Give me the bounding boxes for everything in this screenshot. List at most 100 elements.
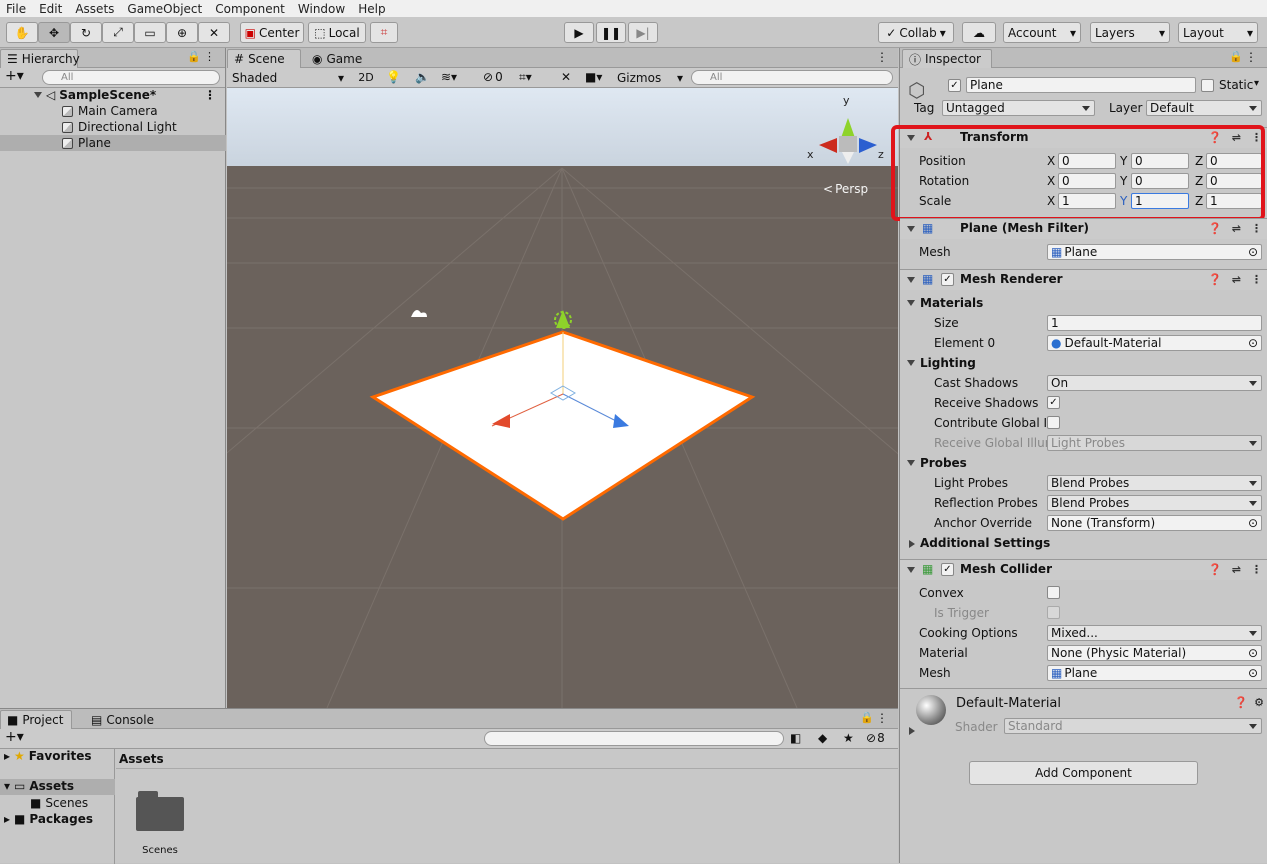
scene-root-row[interactable]: ◁ SampleScene* ⋮ — [0, 87, 226, 103]
tab-game[interactable]: ◉ Game — [305, 49, 375, 68]
object-picker-icon[interactable]: ⊙ — [1248, 336, 1258, 350]
rect-tool-button[interactable]: ▭ — [134, 22, 166, 43]
hidden-packages-toggle[interactable]: ⊘ 8 — [866, 731, 885, 745]
active-checkbox[interactable]: ✓ — [948, 79, 961, 92]
menu-component[interactable]: Component — [215, 2, 285, 16]
grid-toggle-icon[interactable]: ⌗▾ — [519, 70, 532, 85]
gear-icon[interactable]: ⚙ — [1254, 696, 1264, 709]
hand-tool-button[interactable]: ✋ — [6, 22, 38, 43]
lock-icon[interactable]: 🔒 — [1229, 50, 1243, 63]
help-icon[interactable]: ❓ — [1208, 222, 1222, 235]
static-dropdown-icon[interactable]: ▾ — [1254, 78, 1259, 89]
help-icon[interactable]: ❓ — [1208, 273, 1222, 286]
hierarchy-search-input[interactable]: All — [42, 70, 220, 85]
materials-section[interactable]: Materials — [920, 296, 983, 310]
tree-item-packages[interactable]: ▸ ■ Packages — [4, 812, 93, 826]
collider-mesh-field[interactable]: ▦ Plane ⊙ — [1047, 665, 1262, 681]
menu-gameobject[interactable]: GameObject — [127, 2, 202, 16]
asset-label-scenes[interactable]: Scenes — [130, 845, 190, 856]
pivot-center-button[interactable]: ▣ Center — [240, 22, 304, 43]
menu-edit[interactable]: Edit — [39, 2, 62, 16]
object-name-input[interactable]: Plane — [966, 77, 1196, 93]
probes-foldout-icon[interactable] — [907, 460, 915, 466]
gizmos-dropdown[interactable]: Gizmos ▾ — [617, 69, 683, 86]
collab-button[interactable]: ✓ Collab ▾ — [878, 22, 954, 43]
object-picker-icon[interactable]: ⊙ — [1248, 245, 1258, 259]
persp-toggle[interactable]: < Persp — [823, 182, 868, 196]
lighting-toggle-icon[interactable]: 💡 — [386, 70, 401, 84]
menu-window[interactable]: Window — [298, 2, 345, 16]
anchor-override-field[interactable]: None (Transform) ⊙ — [1047, 515, 1262, 531]
shader-dropdown[interactable]: Standard — [1004, 718, 1262, 734]
project-breadcrumb[interactable]: Assets — [116, 749, 898, 769]
help-icon[interactable]: ❓ — [1234, 696, 1248, 709]
more-icon[interactable]: ⋮ — [1251, 222, 1262, 235]
reflection-probes-dropdown[interactable]: Blend Probes — [1047, 495, 1262, 511]
mesh-collider-header[interactable]: ▦ ✓ Mesh Collider ❓ ⇌ ⋮ — [900, 559, 1267, 580]
collapse-icon[interactable] — [907, 567, 915, 573]
materials-size-input[interactable]: 1 — [1047, 315, 1262, 331]
layout-dropdown[interactable]: Layout ▾ — [1178, 22, 1258, 43]
expand-icon[interactable]: ▾ — [4, 779, 10, 795]
probes-section[interactable]: Probes — [920, 456, 967, 470]
cooking-options-dropdown[interactable]: Mixed... — [1047, 625, 1262, 641]
object-picker-icon[interactable]: ⊙ — [1248, 516, 1258, 530]
receive-shadows-checkbox[interactable]: ✓ — [1047, 396, 1060, 409]
cloud-button[interactable]: ☁ — [962, 22, 996, 43]
more-icon[interactable]: ⋮ — [204, 50, 215, 63]
camera-icon[interactable]: ■▾ — [585, 70, 602, 84]
tools-icon[interactable]: ✕ — [561, 70, 571, 84]
materials-foldout-icon[interactable] — [907, 300, 915, 306]
scene-viewport[interactable]: y x z < Persp — [227, 88, 898, 708]
tab-hierarchy[interactable]: ☰ Hierarchy — [0, 49, 80, 68]
shading-dropdown[interactable]: Shaded ▾ — [230, 69, 346, 86]
play-button[interactable]: ▶ — [564, 22, 594, 43]
hierarchy-item-directional-light[interactable]: Directional Light — [0, 119, 226, 135]
mesh-renderer-enabled-checkbox[interactable]: ✓ — [941, 273, 954, 286]
lock-icon[interactable]: 🔒 — [187, 50, 201, 63]
filter-label-icon[interactable]: ◆ — [818, 731, 827, 745]
create-icon[interactable]: +▾ — [5, 729, 24, 745]
presets-icon[interactable]: ⇌ — [1232, 222, 1241, 235]
pause-button[interactable]: ❚❚ — [596, 22, 626, 43]
toggle-2d-button[interactable]: 2D — [354, 69, 378, 86]
light-probes-dropdown[interactable]: Blend Probes — [1047, 475, 1262, 491]
element0-field[interactable]: ● Default-Material ⊙ — [1047, 335, 1262, 351]
rotate-tool-button[interactable]: ↻ — [70, 22, 102, 43]
more-icon[interactable]: ⋮ — [204, 88, 216, 102]
folder-icon[interactable] — [136, 791, 186, 831]
expand-icon[interactable] — [34, 92, 42, 98]
audio-toggle-icon[interactable]: 🔈 — [415, 70, 430, 84]
menu-assets[interactable]: Assets — [75, 2, 114, 16]
menu-help[interactable]: Help — [358, 2, 385, 16]
tab-project[interactable]: ■ Project — [0, 710, 72, 729]
help-icon[interactable]: ❓ — [1208, 563, 1222, 576]
more-icon[interactable]: ⋮ — [1251, 563, 1262, 576]
collapse-icon[interactable] — [907, 277, 915, 283]
collapse-icon[interactable] — [907, 226, 915, 232]
contribute-gi-checkbox[interactable] — [1047, 416, 1060, 429]
additional-settings-section[interactable]: Additional Settings — [920, 536, 1050, 550]
tree-item-favorites[interactable]: ▸ ★ Favorites — [4, 749, 92, 763]
lighting-section[interactable]: Lighting — [920, 356, 976, 370]
tree-item-scenes[interactable]: ■ Scenes — [30, 796, 88, 810]
add-component-button[interactable]: Add Component — [969, 761, 1198, 785]
pivot-local-button[interactable]: ⬚ Local — [308, 22, 366, 43]
layers-dropdown[interactable]: Layers ▾ — [1090, 22, 1170, 43]
move-tool-button[interactable]: ✥ — [38, 22, 70, 43]
tab-inspector[interactable]: ⓘ Inspector — [902, 49, 992, 68]
more-icon[interactable]: ⋮ — [876, 711, 888, 725]
collider-material-field[interactable]: None (Physic Material) ⊙ — [1047, 645, 1262, 661]
expand-icon[interactable]: ▸ — [4, 749, 10, 763]
more-icon[interactable]: ⋮ — [1245, 50, 1257, 64]
step-button[interactable]: ▶| — [628, 22, 658, 43]
tab-scene[interactable]: # Scene — [227, 49, 301, 68]
more-icon[interactable]: ⋮ — [1251, 273, 1262, 286]
presets-icon[interactable]: ⇌ — [1232, 563, 1241, 576]
hidden-objects-toggle[interactable]: ⊘ 0 — [483, 70, 503, 84]
lighting-foldout-icon[interactable] — [907, 360, 915, 366]
lock-icon[interactable]: 🔒 — [860, 711, 874, 724]
object-picker-icon[interactable]: ⊙ — [1248, 666, 1258, 680]
material-foldout-icon[interactable] — [909, 727, 915, 735]
scene-search-input[interactable]: All — [691, 70, 893, 85]
